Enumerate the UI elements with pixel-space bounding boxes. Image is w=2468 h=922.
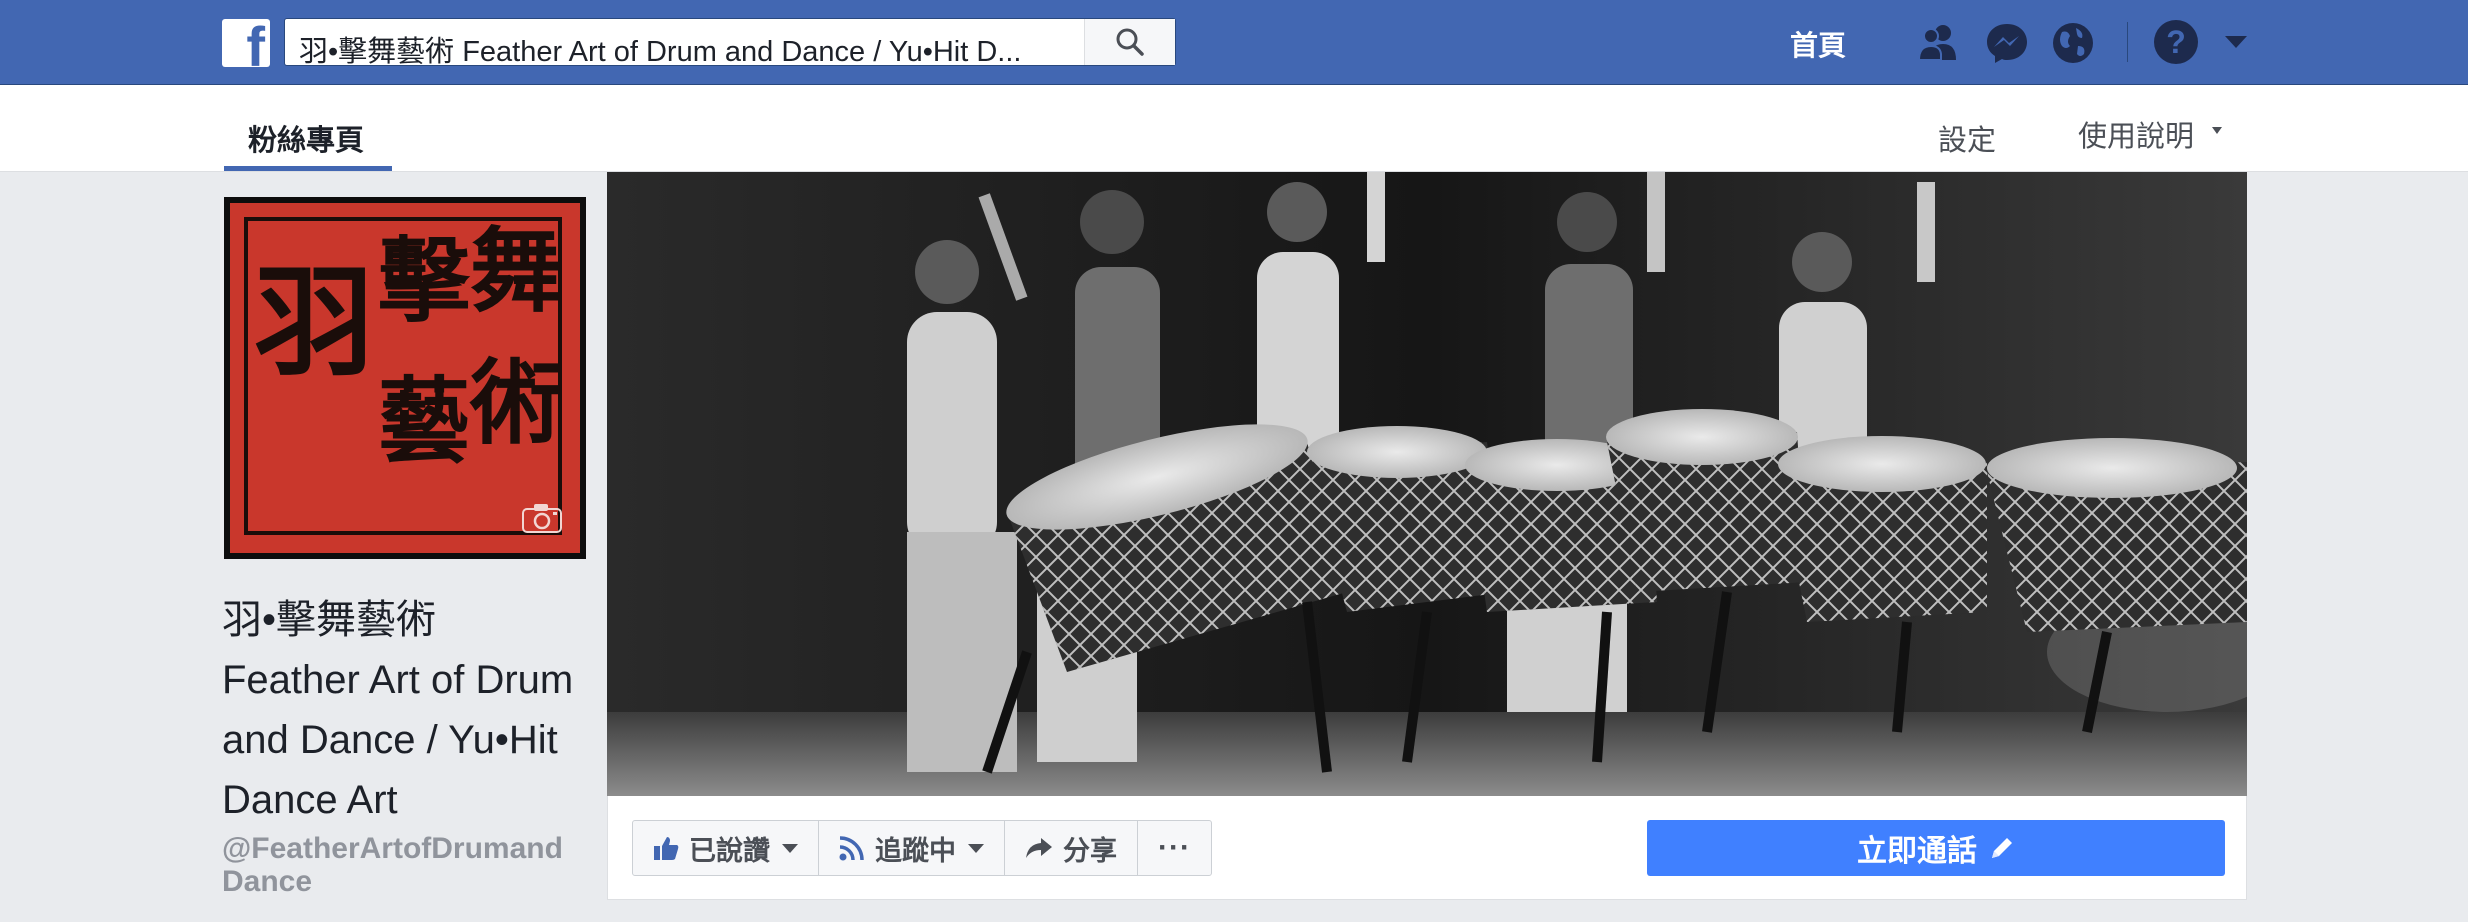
page-button-group: 已說讚 追蹤中 分享 ···: [632, 820, 1212, 876]
rss-follow-icon: [839, 836, 864, 861]
cover-photo-image: [607, 172, 2247, 796]
chevron-down-icon: [968, 843, 984, 853]
search-icon: [1116, 28, 1144, 56]
share-button-label: 分享: [1063, 835, 1117, 866]
top-navigation-bar: f 羽•擊舞藝術 Feather Art of Drum and Dance /…: [0, 0, 2468, 85]
profile-picture[interactable]: 羽 擊 舞 藝 術: [224, 197, 586, 559]
messenger-icon[interactable]: [1984, 20, 2030, 66]
facebook-logo[interactable]: f: [222, 19, 270, 67]
tab-help[interactable]: 使用說明: [2078, 113, 2194, 155]
liked-button-label: 已說讚: [689, 835, 770, 866]
seal-logo: 羽 擊 舞 藝 術: [230, 203, 580, 553]
seal-char-5: 術: [470, 349, 563, 457]
thumbs-up-icon: [654, 837, 679, 860]
cover-photo[interactable]: [607, 172, 2247, 796]
search-bar[interactable]: 羽•擊舞藝術 Feather Art of Drum and Dance / Y…: [284, 18, 1176, 68]
tab-fan-page[interactable]: 粉絲專頁: [224, 85, 392, 171]
home-link[interactable]: 首頁: [1790, 24, 1846, 64]
drum-4: [1606, 409, 1807, 592]
search-input[interactable]: 羽•擊舞藝術 Feather Art of Drum and Dance / Y…: [299, 28, 1079, 70]
pencil-edit-icon[interactable]: [1989, 835, 2015, 861]
friends-icon[interactable]: [1916, 20, 1962, 66]
facebook-logo-letter: f: [246, 19, 265, 67]
help-icon[interactable]: ?: [2154, 20, 2198, 64]
drum-6: [1987, 438, 2247, 632]
globe-icon[interactable]: [2050, 20, 2096, 66]
call-now-label: 立即通話: [1857, 835, 1977, 868]
page-subnav: 粉絲專頁 設定 使用說明: [0, 85, 2468, 172]
seal-char-4: 藝: [378, 367, 471, 475]
following-button[interactable]: 追蹤中: [819, 821, 1005, 875]
page-username[interactable]: @FeatherArtofDrumandDance: [222, 832, 582, 898]
page-action-bar: 已說讚 追蹤中 分享 ··· 立即通話: [607, 796, 2247, 900]
tab-settings[interactable]: 設定: [1938, 117, 1996, 159]
chevron-down-icon[interactable]: [2225, 36, 2247, 48]
more-options-button[interactable]: ···: [1138, 821, 1211, 875]
drum-5: [1777, 436, 1987, 622]
liked-button[interactable]: 已說讚: [633, 821, 819, 875]
camera-icon[interactable]: [522, 503, 562, 533]
nav-divider: [2127, 22, 2128, 62]
chevron-down-icon[interactable]: [2212, 127, 2222, 134]
share-arrow-icon: [1026, 838, 1052, 858]
page-title[interactable]: 羽•擊舞藝術 Feather Art of Drum and Dance / Y…: [222, 590, 582, 830]
seal-char-3: 舞: [470, 217, 563, 325]
tab-fan-page-label: 粉絲專頁: [248, 125, 365, 157]
seal-char-2: 擊: [378, 227, 471, 335]
share-button[interactable]: 分享: [1005, 821, 1138, 875]
chevron-down-icon: [782, 843, 798, 853]
more-dots-icon: ···: [1158, 831, 1191, 864]
call-now-button[interactable]: 立即通話: [1647, 820, 2225, 876]
search-button[interactable]: [1084, 19, 1175, 65]
seal-char-1: 羽: [254, 252, 374, 393]
following-button-label: 追蹤中: [875, 835, 956, 866]
